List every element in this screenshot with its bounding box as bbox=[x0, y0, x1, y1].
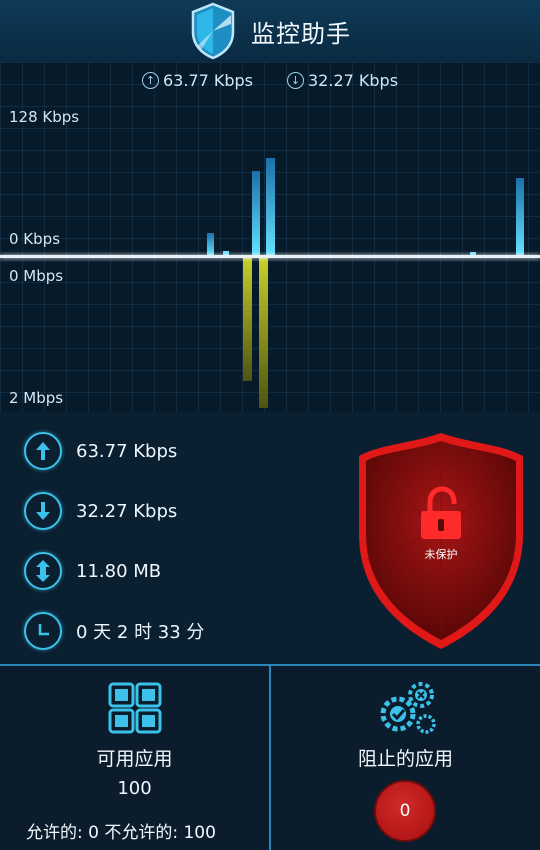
download-icon bbox=[24, 492, 62, 530]
blocked-apps-count-badge[interactable]: 0 bbox=[374, 780, 436, 842]
available-apps-section[interactable]: 可用应用 100 允许的: 0 不允许的: 100 bbox=[0, 666, 269, 850]
available-apps-count: 100 bbox=[117, 778, 152, 799]
upload-stat: 63.77 Kbps bbox=[24, 432, 177, 470]
allowed-summary: 允许的: 0 不允许的: 100 bbox=[26, 823, 216, 843]
graph-baseline bbox=[0, 255, 540, 258]
protection-shield[interactable]: 未保护 bbox=[355, 430, 527, 652]
download-bar bbox=[259, 258, 268, 408]
download-stat-value: 32.27 Kbps bbox=[76, 500, 178, 522]
app-header: 监控助手 bbox=[0, 0, 540, 62]
apps-grid-icon bbox=[108, 682, 162, 734]
up-down-arrows-icon bbox=[24, 552, 62, 590]
upload-bar bbox=[266, 158, 275, 255]
upload-icon bbox=[24, 432, 62, 470]
traffic-graph: ↑ 63.77 Kbps ↓ 32.27 Kbps 128 Kbps 0 Kbp… bbox=[0, 62, 540, 412]
app-title: 监控助手 bbox=[251, 19, 351, 48]
gears-blocked-icon bbox=[380, 682, 436, 734]
shield-logo-icon bbox=[191, 2, 235, 60]
clock-icon bbox=[24, 612, 62, 650]
blocked-apps-title: 阻止的应用 bbox=[357, 748, 453, 770]
available-apps-title: 可用应用 bbox=[96, 748, 173, 770]
total-traffic-stat: 11.80 MB bbox=[24, 552, 161, 590]
total-traffic-value: 11.80 MB bbox=[76, 560, 162, 582]
apps-panel: 可用应用 100 允许的: 0 不允许的: 100 阻止的应用 0 bbox=[0, 664, 540, 850]
upload-stat-value: 63.77 Kbps bbox=[76, 440, 178, 462]
blocked-apps-count: 0 bbox=[399, 801, 411, 821]
upload-bar bbox=[516, 178, 524, 255]
duration-value: 0 天 2 时 33 分 bbox=[76, 622, 205, 643]
traffic-bars bbox=[207, 158, 524, 408]
unlocked-padlock-icon bbox=[421, 486, 461, 539]
download-stat: 32.27 Kbps bbox=[24, 492, 177, 530]
upload-bar bbox=[207, 233, 214, 255]
upload-bar bbox=[252, 171, 260, 255]
download-bar bbox=[243, 258, 252, 381]
duration-stat: 0 天 2 时 33 分 bbox=[24, 612, 204, 650]
protection-status-label: 未保护 bbox=[424, 548, 458, 561]
